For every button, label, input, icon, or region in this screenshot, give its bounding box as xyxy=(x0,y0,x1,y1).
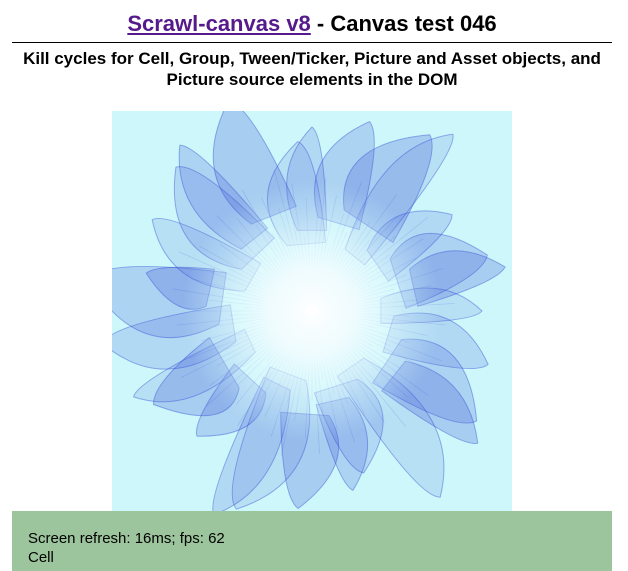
center-spark xyxy=(306,305,318,317)
screen-refresh-readout: Screen refresh: 16ms; fps: 62 xyxy=(28,530,225,547)
page-subtitle: Kill cycles for Cell, Group, Tween/Ticke… xyxy=(23,49,601,89)
page-title-suffix: - Canvas test 046 xyxy=(310,11,497,36)
page-title: Scrawl-canvas v8 - Canvas test 046 xyxy=(12,10,612,38)
scrawl-canvas-home-link[interactable]: Scrawl-canvas v8 xyxy=(127,11,310,36)
demo-canvas[interactable] xyxy=(112,111,512,511)
kaleidoscope-artwork xyxy=(112,111,512,511)
title-divider xyxy=(12,42,612,43)
report-panel: Screen refresh: 16ms; fps: 62 Cell xyxy=(12,511,612,571)
report-line-cell: Cell xyxy=(28,549,54,566)
